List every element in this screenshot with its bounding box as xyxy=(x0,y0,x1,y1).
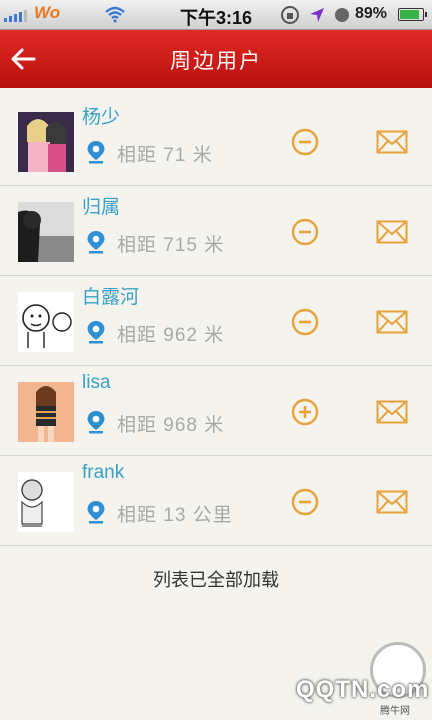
mail-icon[interactable] xyxy=(376,400,408,424)
distance-label: 相距 968 米 xyxy=(117,415,225,436)
list-item[interactable]: 归属 相距 715 米 xyxy=(0,186,432,276)
distance-label: 相距 962 米 xyxy=(117,325,225,346)
user-list: 杨少 相距 71 米 归属 相距 715 米 白露河 相距 962 米 lisa… xyxy=(0,96,432,546)
list-item[interactable]: lisa 相距 968 米 xyxy=(0,366,432,456)
rotation-lock-icon xyxy=(281,6,299,24)
battery-icon xyxy=(398,8,427,21)
mail-icon[interactable] xyxy=(376,220,408,244)
remove-circle-icon[interactable] xyxy=(291,308,319,336)
list-item[interactable]: 杨少 相距 71 米 xyxy=(0,96,432,186)
user-name[interactable]: 归属 xyxy=(82,192,120,219)
add-circle-icon[interactable] xyxy=(291,398,319,426)
location-pin-icon xyxy=(87,321,105,344)
mail-icon[interactable] xyxy=(376,130,408,154)
user-name[interactable]: 杨少 xyxy=(82,102,120,129)
alarm-icon xyxy=(335,8,349,22)
remove-circle-icon[interactable] xyxy=(291,218,319,246)
avatar[interactable] xyxy=(18,112,74,172)
avatar[interactable] xyxy=(18,292,74,352)
user-name[interactable]: frank xyxy=(82,462,124,484)
location-pin-icon xyxy=(87,501,105,524)
page-title: 周边用户 xyxy=(170,50,262,73)
remove-circle-icon[interactable] xyxy=(291,488,319,516)
list-item[interactable]: 白露河 相距 962 米 xyxy=(0,276,432,366)
watermark-text: QQTN.com xyxy=(296,676,430,703)
mail-icon[interactable] xyxy=(376,490,408,514)
status-bar: Wo 下午3:16 89% xyxy=(0,0,432,30)
avatar[interactable] xyxy=(18,472,74,532)
avatar[interactable] xyxy=(18,382,74,442)
location-arrow-icon xyxy=(310,8,324,22)
list-end-label: 列表已全部加载 xyxy=(153,570,279,590)
user-name[interactable]: lisa xyxy=(82,372,111,394)
battery-percent: 89% xyxy=(355,5,388,22)
user-name[interactable]: 白露河 xyxy=(82,282,139,309)
distance-label: 相距 13 公里 xyxy=(117,505,233,526)
location-pin-icon xyxy=(87,141,105,164)
distance-label: 相距 71 米 xyxy=(117,145,213,166)
watermark-small-text: 腾牛网 xyxy=(380,706,410,717)
location-pin-icon xyxy=(87,411,105,434)
nav-header: 周边用户 xyxy=(0,30,432,88)
mail-icon[interactable] xyxy=(376,310,408,334)
remove-circle-icon[interactable] xyxy=(291,128,319,156)
location-pin-icon xyxy=(87,231,105,254)
avatar[interactable] xyxy=(18,202,74,262)
distance-label: 相距 715 米 xyxy=(117,235,225,256)
list-item[interactable]: frank 相距 13 公里 xyxy=(0,456,432,546)
